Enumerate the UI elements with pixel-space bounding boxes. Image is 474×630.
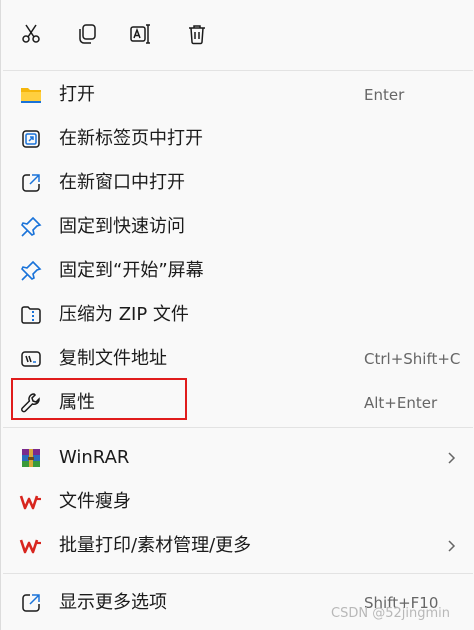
shortcut-label: Ctrl+Shift+C bbox=[364, 350, 461, 368]
context-menu: 打开 Enter 在新标签页中打开 在新窗口中打开 固定到快速访问 固定到“开始… bbox=[0, 0, 474, 630]
wps-icon bbox=[19, 490, 43, 514]
watermark: CSDN @52jingmin bbox=[331, 606, 450, 621]
menu-item-label: 压缩为 ZIP 文件 bbox=[59, 304, 189, 325]
separator bbox=[3, 427, 473, 428]
menu-item-open-new-window[interactable]: 在新窗口中打开 bbox=[1, 161, 474, 205]
menu-item-label: 固定到快速访问 bbox=[59, 216, 185, 237]
chevron-right-icon bbox=[448, 452, 456, 464]
scissors-icon[interactable] bbox=[13, 16, 49, 52]
trash-icon[interactable] bbox=[179, 16, 215, 52]
menu-item-label: WinRAR bbox=[59, 447, 130, 468]
menu-item-label: 文件瘦身 bbox=[59, 491, 131, 512]
separator bbox=[3, 70, 473, 71]
highlight-box bbox=[11, 378, 187, 420]
menu-item-open[interactable]: 打开 Enter bbox=[1, 73, 474, 117]
menu-item-file-slim[interactable]: 文件瘦身 bbox=[1, 480, 474, 524]
copy-icon[interactable] bbox=[69, 16, 105, 52]
chevron-right-icon bbox=[448, 540, 456, 552]
rename-icon[interactable] bbox=[123, 16, 159, 52]
menu-item-label: 在新窗口中打开 bbox=[59, 172, 185, 193]
pin-icon bbox=[19, 215, 43, 239]
separator bbox=[3, 573, 473, 574]
wps-icon bbox=[19, 534, 43, 558]
context-toolbar bbox=[1, 0, 474, 70]
menu-item-batch-print[interactable]: 批量打印/素材管理/更多 bbox=[1, 524, 474, 568]
menu-item-label: 在新标签页中打开 bbox=[59, 128, 203, 149]
menu-item-label: 固定到“开始”屏幕 bbox=[59, 260, 204, 281]
menu-item-open-new-tab[interactable]: 在新标签页中打开 bbox=[1, 117, 474, 161]
menu-item-pin-quick-access[interactable]: 固定到快速访问 bbox=[1, 205, 474, 249]
new-tab-icon bbox=[19, 127, 43, 151]
new-window-icon bbox=[19, 171, 43, 195]
menu-item-pin-start[interactable]: 固定到“开始”屏幕 bbox=[1, 249, 474, 293]
menu-item-copy-path[interactable]: 复制文件地址 Ctrl+Shift+C bbox=[1, 337, 474, 381]
menu-item-winrar[interactable]: WinRAR bbox=[1, 436, 474, 480]
menu-item-compress-zip[interactable]: 压缩为 ZIP 文件 bbox=[1, 293, 474, 337]
shortcut-label: Enter bbox=[364, 86, 405, 104]
menu-item-label: 批量打印/素材管理/更多 bbox=[59, 535, 252, 556]
winrar-icon bbox=[19, 446, 43, 470]
more-options-icon bbox=[19, 591, 43, 615]
pin-icon bbox=[19, 259, 43, 283]
folder-icon bbox=[19, 83, 43, 107]
menu-item-label: 打开 bbox=[59, 84, 95, 105]
menu-item-label: 复制文件地址 bbox=[59, 348, 167, 369]
menu-item-label: 显示更多选项 bbox=[59, 592, 167, 613]
shortcut-label: Alt+Enter bbox=[364, 394, 438, 412]
copy-path-icon bbox=[19, 347, 43, 371]
zip-icon bbox=[19, 303, 43, 327]
